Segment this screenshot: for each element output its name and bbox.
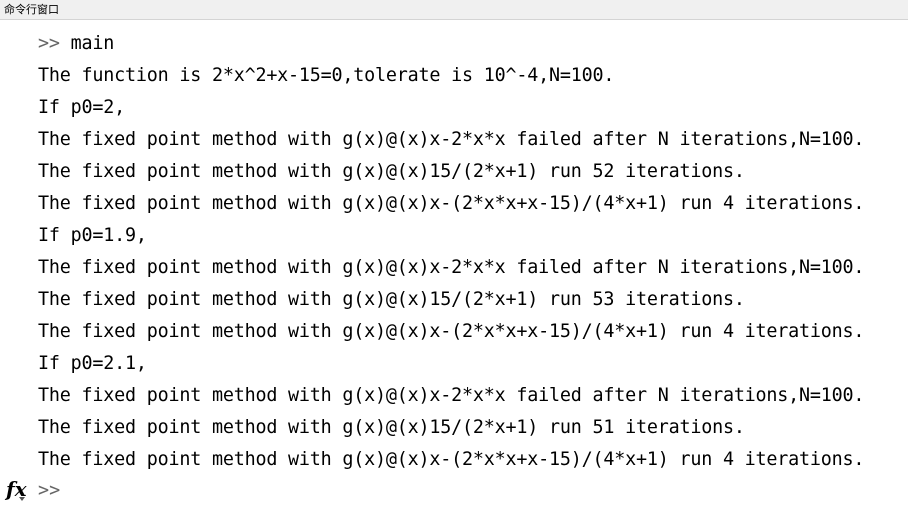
- output-line: The fixed point method with g(x)@(x)x-(2…: [38, 193, 865, 214]
- output-line: If p0=1.9,: [38, 225, 147, 246]
- output-line: The fixed point method with g(x)@(x)x-(2…: [38, 321, 865, 342]
- command-line: >> main: [38, 28, 114, 60]
- command-window: 命令行窗口 >> main The function is 2*x^2+x-15…: [0, 0, 908, 507]
- input-prompt[interactable]: >>: [38, 475, 60, 507]
- output-line: The fixed point method with g(x)@(x)15/(…: [38, 289, 745, 310]
- output-line: The function is 2*x^2+x-15=0,tolerate is…: [38, 65, 615, 86]
- command-prompt: >>: [38, 33, 60, 54]
- output-line: The fixed point method with g(x)@(x)x-2*…: [38, 257, 865, 278]
- chevron-down-icon[interactable]: [19, 497, 25, 501]
- output-line: If p0=2.1,: [38, 353, 147, 374]
- window-title: 命令行窗口: [4, 3, 59, 16]
- command-window-titlebar[interactable]: 命令行窗口: [0, 0, 908, 20]
- console-output[interactable]: >> main The function is 2*x^2+x-15=0,tol…: [34, 20, 908, 507]
- output-line: The fixed point method with g(x)@(x)x-2*…: [38, 129, 865, 150]
- command-text: main: [59, 33, 115, 54]
- output-line: The fixed point method with g(x)@(x)15/(…: [38, 417, 745, 438]
- output-line: If p0=2,: [38, 97, 125, 118]
- output-line: The fixed point method with g(x)@(x)x-(2…: [38, 449, 865, 470]
- console-gutter: [0, 20, 34, 507]
- output-line: The fixed point method with g(x)@(x)15/(…: [38, 161, 745, 182]
- output-line: The fixed point method with g(x)@(x)x-2*…: [38, 385, 865, 406]
